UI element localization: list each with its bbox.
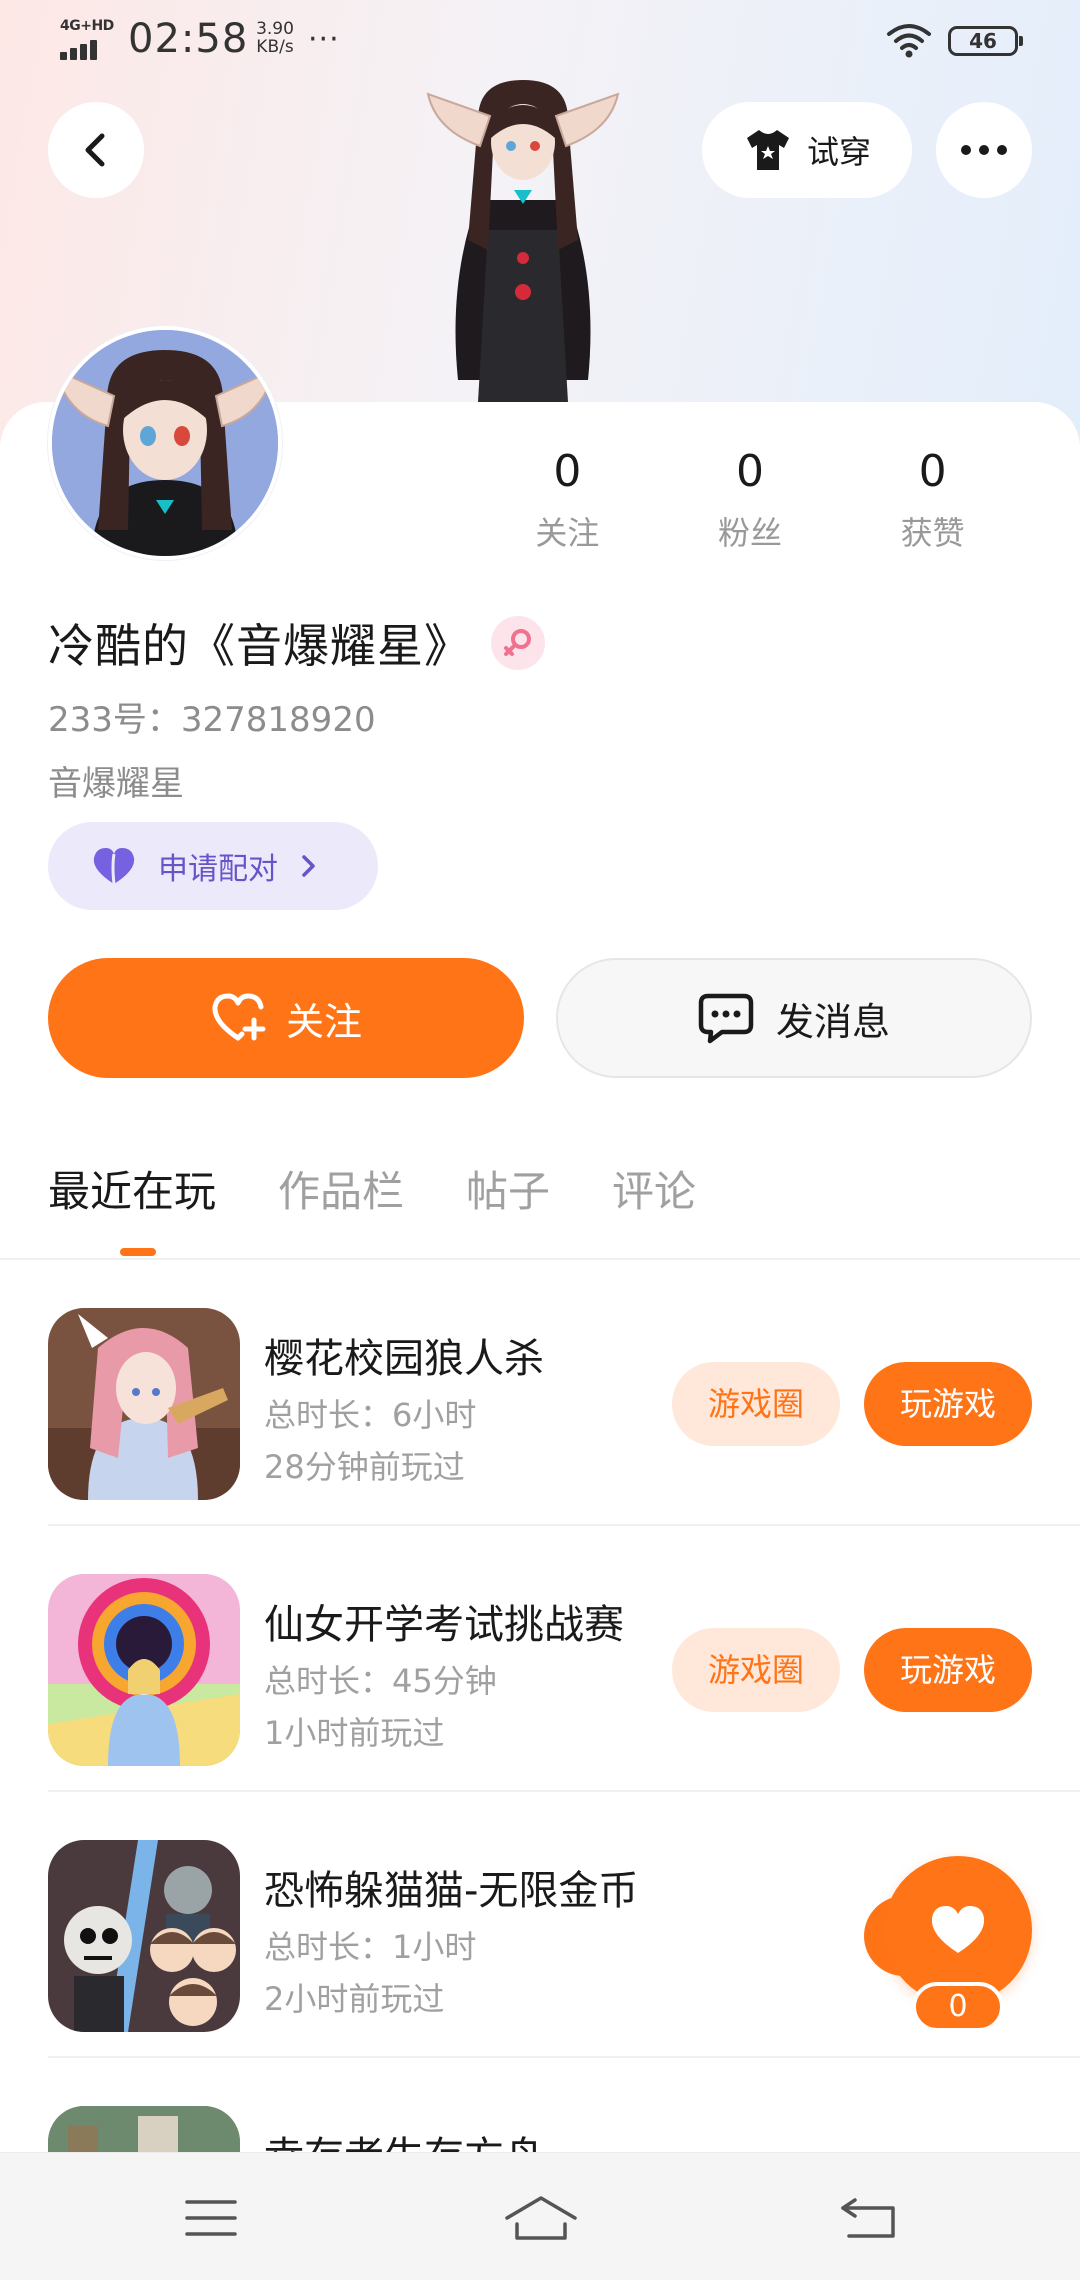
system-nav-bar [0,2152,1080,2280]
signal-bars-icon [60,40,97,60]
game-circle-button[interactable]: 游戏圈 [672,1362,840,1446]
name-row: 冷酷的《音爆耀星》 [48,610,545,676]
wifi-icon [887,24,931,58]
speed-value: 3.90 [256,19,294,39]
tab-posts[interactable]: 帖子 [466,1158,550,1228]
gender-badge [491,616,545,670]
play-game-button[interactable]: 玩游戏 [864,1628,1032,1712]
avatar[interactable] [48,326,282,560]
stat-followers-count: 0 [736,446,764,497]
list-item[interactable]: 樱花校园狼人杀 总时长：6小时 28分钟前玩过 游戏圈 玩游戏 [0,1260,1080,1526]
stat-following[interactable]: 0 关注 [470,444,665,554]
female-icon [504,629,531,656]
character-figure [426,80,620,402]
user-bio: 音爆耀星 [48,764,184,804]
more-icon-dot [997,145,1007,155]
speed-unit: KB/s [256,37,294,57]
tab-comments[interactable]: 评论 [612,1158,696,1228]
network-speed: 3.90 KB/s [250,20,300,56]
home-nav-button[interactable] [496,2183,586,2253]
signal-indicator: 4G+HD [60,18,114,60]
game-duration: 总时长：6小时 [264,1396,477,1434]
profile-tabs: 最近在玩 作品栏 帖子 评论 [48,1158,696,1228]
game-1-cover [48,1308,240,1500]
game-thumbnail[interactable] [48,1840,240,2032]
tab-recently-played[interactable]: 最近在玩 [48,1158,216,1228]
game-title: 恐怖躲猫猫-无限金币 [264,1868,639,1914]
game-thumbnail[interactable] [48,1308,240,1500]
game-duration: 总时长：1小时 [264,1928,477,1966]
chat-icon [698,993,754,1044]
tab-indicator [120,1248,156,1256]
game-thumbnail[interactable] [48,1574,240,1766]
avatar-image [52,330,278,556]
game-2-cover [48,1574,240,1766]
heart-icon [93,848,135,885]
clock: 02:58 [128,16,249,62]
return-icon [841,2198,895,2238]
user-id: 233号：327818920 [48,700,376,740]
stat-likes[interactable]: 0 获赞 [835,444,1030,554]
game-circle-button[interactable]: 游戏圈 [672,1628,840,1712]
more-icon-dot [979,145,989,155]
game-title: 仙女开学考试挑战赛 [264,1602,624,1648]
menu-nav-button[interactable] [166,2183,256,2253]
chevron-right-icon [302,855,315,877]
try-on-label: 试穿 [806,133,871,171]
list-item[interactable]: 仙女开学考试挑战赛 总时长：45分钟 1小时前玩过 游戏圈 玩游戏 [0,1526,1080,1792]
game-last-played: 2小时前玩过 [264,1980,445,2018]
status-more-icon: ··· [308,22,340,57]
game-duration: 总时长：45分钟 [264,1662,497,1700]
game-title: 樱花校园狼人杀 [264,1336,544,1382]
recent-games-list: 樱花校园狼人杀 总时长：6小时 28分钟前玩过 游戏圈 玩游戏 仙女开学考试挑战… [0,1260,1080,2280]
back-button[interactable] [48,102,144,198]
game-3-cover [48,1840,240,2032]
follow-label: 关注 [285,999,362,1044]
game-last-played: 28分钟前玩过 [264,1448,465,1486]
stat-following-label: 关注 [535,514,600,552]
return-nav-button[interactable] [824,2183,914,2253]
send-message-button[interactable]: 发消息 [556,958,1032,1078]
menu-icon [185,2200,237,2236]
heart-plus-icon [212,993,266,1041]
home-icon [505,2196,577,2240]
game-last-played: 1小时前玩过 [264,1714,445,1752]
stat-likes-label: 获赞 [900,514,965,552]
request-pair-button[interactable]: 申请配对 [48,822,378,910]
stat-following-count: 0 [553,446,582,497]
stat-likes-count: 0 [918,446,947,497]
status-bar: 4G+HD 02:58 3.90 KB/s ··· 46 [0,0,1080,80]
more-icon [961,145,971,155]
play-game-button[interactable]: 玩游戏 [864,1362,1032,1446]
tab-works[interactable]: 作品栏 [278,1158,404,1228]
user-name: 冷酷的《音爆耀星》 [48,619,471,673]
follow-button[interactable]: 关注 [48,958,524,1078]
stat-followers[interactable]: 0 粉丝 [653,444,848,554]
battery-indicator: 46 [948,26,1023,56]
request-pair-label: 申请配对 [158,852,278,887]
tshirt-icon [746,130,789,170]
profile-stats: 0 关注 0 粉丝 0 获赞 [470,444,1030,554]
like-icon [931,1906,985,1953]
try-on-button[interactable]: 试穿 [702,102,912,198]
send-message-label: 发消息 [775,999,890,1044]
back-icon [85,133,105,167]
stat-followers-label: 粉丝 [718,514,783,552]
floating-like-count: 0 [912,1982,1004,2032]
network-type: 4G+HD [60,18,114,34]
more-options-button[interactable] [936,102,1032,198]
